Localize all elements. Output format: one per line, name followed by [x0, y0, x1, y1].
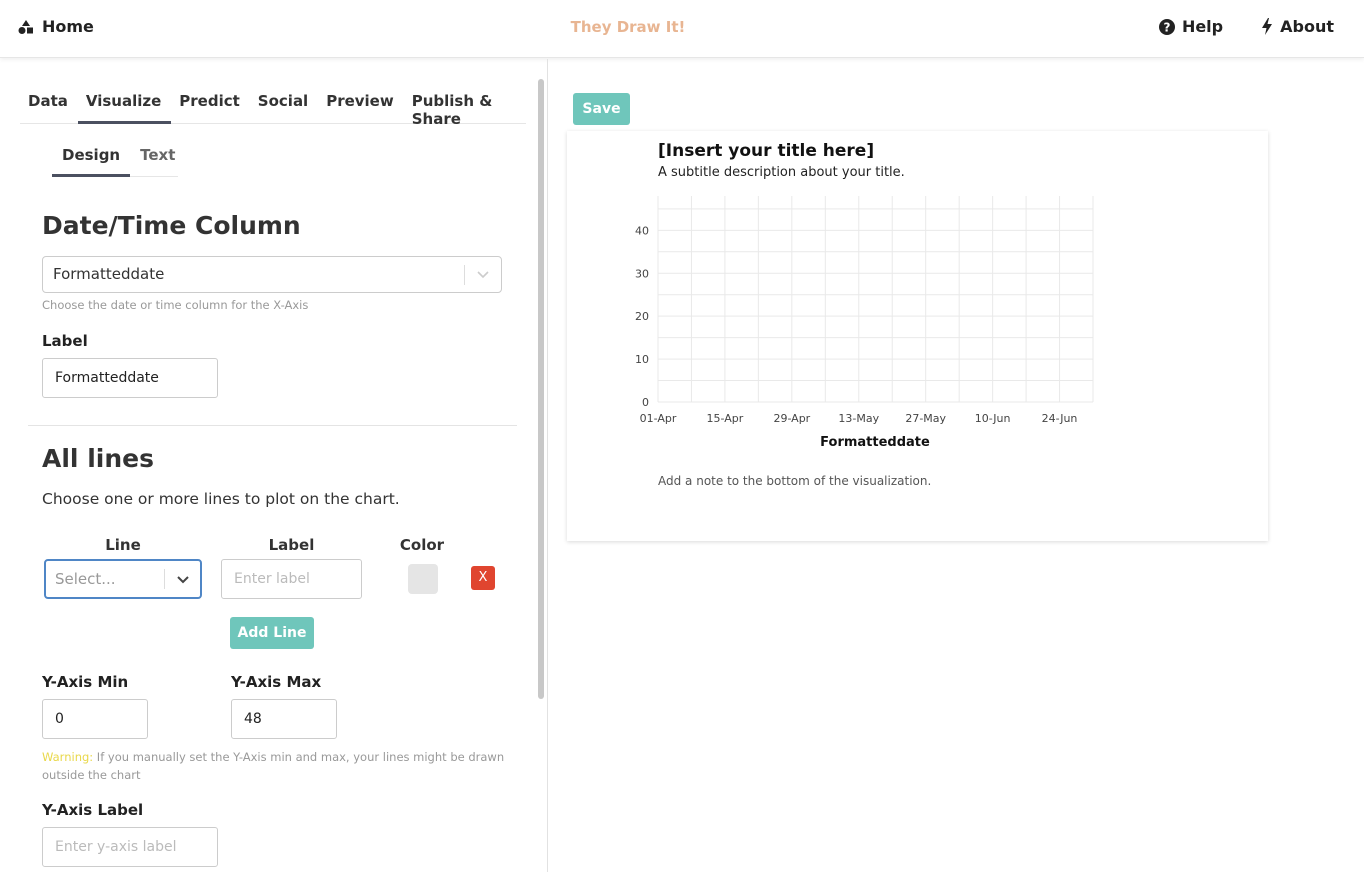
chevron-down-icon [177, 576, 189, 584]
select-separator [164, 569, 165, 589]
label-column-header: Label [268, 536, 315, 554]
question-circle-icon: ? [1158, 18, 1175, 35]
x-axis-label: Formatteddate [820, 435, 930, 450]
yaxis-warning: Warning: If you manually set the Y-Axis … [42, 748, 512, 784]
line-column-header: Line [105, 536, 141, 554]
y-tick-label: 20 [635, 310, 649, 323]
subtab-design[interactable]: Design [52, 135, 131, 177]
yaxis-min-input[interactable] [42, 699, 148, 739]
top-nav: Home They Draw It! ? Help About [0, 0, 1364, 58]
all-lines-heading: All lines [42, 444, 154, 473]
help-link[interactable]: ? Help [1158, 17, 1224, 36]
tab-publish-share[interactable]: Publish & Share [404, 82, 526, 128]
datetime-hint: Choose the date or time column for the X… [42, 298, 309, 312]
line-label-input[interactable] [221, 559, 362, 599]
add-line-button[interactable]: Add Line [230, 617, 314, 649]
scrollbar[interactable] [538, 79, 544, 699]
x-tick-label: 24-Jun [1042, 412, 1078, 425]
x-tick-label: 15-Apr [707, 412, 744, 425]
chart-note[interactable]: Add a note to the bottom of the visualiz… [658, 474, 931, 488]
datetime-heading: Date/Time Column [42, 211, 301, 240]
line-color-swatch[interactable] [408, 564, 438, 594]
line-chart: 0 10 20 30 40 01-Apr 15-Apr 29-Apr 13-May 27-May… [635, 196, 1094, 450]
line-select[interactable]: Select... [44, 559, 202, 599]
x-tick-label: 01-Apr [640, 412, 677, 425]
about-link[interactable]: About [1261, 17, 1334, 36]
tab-visualize[interactable]: Visualize [77, 82, 172, 124]
y-tick-label: 30 [635, 267, 649, 280]
help-label: Help [1181, 17, 1224, 36]
datetime-label-input[interactable] [42, 358, 218, 398]
editor-panel: Data Visualize Predict Social Preview Pu… [0, 59, 548, 872]
save-button[interactable]: Save [573, 93, 630, 125]
svg-text:?: ? [1163, 20, 1170, 34]
yaxis-max-input[interactable] [231, 699, 337, 739]
datetime-select-value: Formatteddate [53, 265, 165, 283]
yaxis-label-heading: Y-Axis Label [42, 801, 144, 819]
datetime-label-heading: Label [42, 332, 88, 350]
remove-line-button[interactable]: X [471, 566, 495, 590]
line-select-placeholder: Select... [55, 570, 116, 588]
x-tick-label: 27-May [905, 412, 946, 425]
subtab-text[interactable]: Text [130, 135, 185, 177]
section-divider [28, 425, 517, 426]
tab-data[interactable]: Data [20, 82, 78, 124]
warning-prefix: Warning: [42, 750, 94, 764]
brand-title: They Draw It! [570, 18, 686, 36]
nav-right: ? Help About [1158, 17, 1334, 36]
yaxis-label-input[interactable] [42, 827, 218, 867]
tab-predict[interactable]: Predict [171, 82, 250, 124]
y-tick-label: 40 [635, 224, 649, 237]
datetime-select[interactable]: Formatteddate [42, 256, 502, 293]
tab-preview[interactable]: Preview [318, 82, 404, 124]
yaxis-max-label: Y-Axis Max [231, 673, 322, 691]
x-tick-label: 10-Jun [975, 412, 1011, 425]
chart-grid [657, 196, 1094, 403]
warning-text: If you manually set the Y-Axis min and m… [42, 750, 505, 782]
about-label: About [1280, 17, 1334, 36]
chart-title[interactable]: [Insert your title here] [658, 141, 874, 161]
y-tick-label: 0 [642, 396, 649, 409]
yaxis-min-label: Y-Axis Min [42, 673, 129, 691]
all-lines-description: Choose one or more lines to plot on the … [42, 490, 400, 508]
lightning-bolt-icon [1262, 18, 1273, 35]
y-axis-ticks: 0 10 20 30 40 [635, 224, 649, 409]
main-tabs: Data Visualize Predict Social Preview Pu… [20, 82, 526, 128]
y-tick-label: 10 [635, 353, 649, 366]
color-column-header: Color [399, 536, 445, 554]
x-axis-ticks: 01-Apr 15-Apr 29-Apr 13-May 27-May 10-Jun 24-J… [640, 412, 1078, 425]
sub-tabs: Design Text [52, 135, 178, 177]
x-tick-label: 13-May [838, 412, 879, 425]
select-separator [464, 265, 465, 285]
chart-subtitle[interactable]: A subtitle description about your title. [658, 165, 905, 180]
chevron-down-icon [477, 271, 489, 279]
x-tick-label: 29-Apr [773, 412, 810, 425]
tab-social[interactable]: Social [250, 82, 318, 124]
